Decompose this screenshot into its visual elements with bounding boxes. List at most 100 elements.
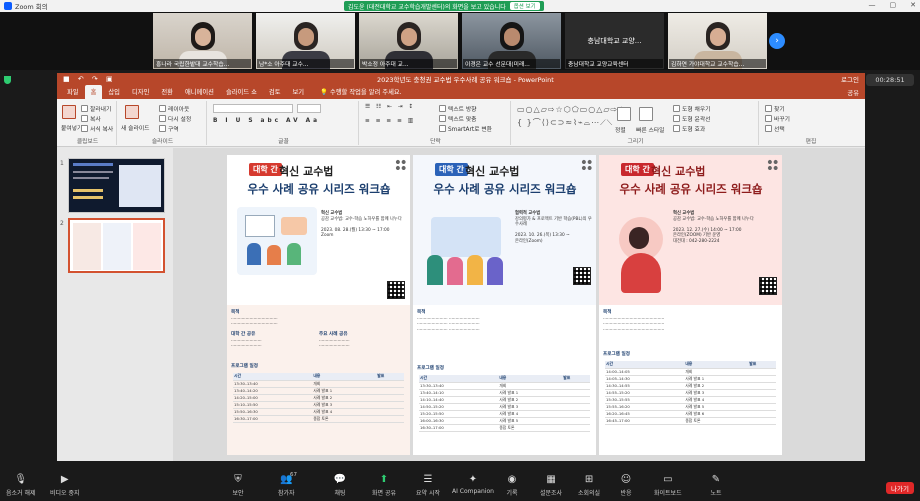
poll-icon: ▦: [546, 473, 556, 485]
text-align-button[interactable]: 텍스트 맞춤: [439, 114, 477, 123]
whiteboard-icon: ▭: [663, 473, 673, 485]
maximize-icon[interactable]: ▢: [890, 1, 897, 9]
list-buttons[interactable]: ☰ ☷ ⇤ ⇥ ↕: [365, 104, 415, 110]
tab-design[interactable]: 디자인: [126, 85, 155, 99]
tab-review[interactable]: 검토: [263, 85, 287, 99]
shape-outline-button[interactable]: 도형 윤곽선: [673, 114, 711, 123]
tab-slideshow[interactable]: 슬라이드 쇼: [220, 85, 263, 99]
group-label: 슬라이드: [151, 139, 174, 145]
tell-me-search[interactable]: 💡 수행할 작업을 알려 주세요.: [314, 85, 408, 99]
unmute-button[interactable]: 🎙 음소거 해제: [6, 473, 36, 498]
tab-view[interactable]: 보기: [287, 85, 311, 99]
ai-companion-button[interactable]: ✦ AI Companion: [452, 473, 494, 496]
poster-info: 혁신 교수법 공감 교수법: 교수·학습 노하우를 함께 나누다 2023. 08.…: [321, 211, 402, 238]
poster-2: 대학 간 혁신 교수법 우수 사례 공유 시리즈 워크숍 ⬤ ⬤ ⬤ ⬤ 협력적 …: [413, 155, 596, 455]
participant-tile[interactable]: 김하연 가야대학교 교수학습...: [668, 13, 767, 69]
record-button[interactable]: ◉ 기록: [506, 473, 518, 498]
poster-tag: 대학 간: [249, 163, 282, 176]
group-label: 그리기: [627, 139, 644, 145]
participant-name: 김하연 가야대학교 교수학습...: [669, 59, 766, 68]
participants-button[interactable]: 👥 67 참가자: [278, 472, 297, 497]
font-style-buttons[interactable]: B I U S abc AV Aa: [213, 118, 320, 124]
participant-count: 67: [290, 472, 297, 478]
poster-section: 주요 사례 공유 ······················· ·········…: [319, 332, 350, 348]
quick-access-icons[interactable]: ■ ↶ ↷ ▣: [63, 75, 116, 83]
poster-section: 목적······································…: [231, 310, 278, 326]
replace-button[interactable]: 바꾸기: [765, 114, 790, 123]
partner-logos: ⬤ ⬤ ⬤ ⬤: [581, 159, 592, 170]
paste-button[interactable]: [62, 105, 76, 119]
breakout-button[interactable]: ⊞ 소회의실: [578, 473, 600, 498]
slide-number: 2: [60, 220, 64, 227]
shapes-gallery[interactable]: ▭○△▱⇨☆⬡⬠▭○△▱⇨☆: [517, 105, 626, 114]
slide-thumbnail-pane: 1 2: [57, 148, 173, 461]
cut-button[interactable]: 잘라내기: [81, 104, 111, 113]
whiteboard-button[interactable]: ▭ 화이트보드: [654, 473, 682, 498]
arrange-button[interactable]: [617, 107, 631, 121]
participant-tile[interactable]: 남*소 아주대 교수...: [256, 13, 355, 69]
participant-tile[interactable]: 홍나라 국립한밭대 교수학습...: [153, 13, 252, 69]
group-editing: 찾기 바꾸기 선택 편집: [761, 101, 861, 145]
paste-label[interactable]: 붙여넣기: [61, 123, 82, 132]
arrange-label[interactable]: 정렬: [615, 125, 626, 134]
poster-title-2: 우수 사례 공유 시리즈 워크숍: [247, 182, 391, 196]
font-name-box[interactable]: [213, 104, 321, 113]
poll-button[interactable]: ▦ 설문조사: [540, 473, 562, 498]
tab-animations[interactable]: 애니메이션: [179, 85, 220, 99]
reset-button[interactable]: 다시 설정: [159, 114, 191, 123]
find-button[interactable]: 찾기: [765, 104, 785, 113]
ppt-login[interactable]: 로그인: [841, 74, 859, 84]
participant-tile[interactable]: 박소정 아주대 교...: [359, 13, 458, 69]
summary-icon: ☰: [423, 473, 433, 485]
select-button[interactable]: 선택: [765, 124, 785, 133]
text-direction-button[interactable]: 텍스트 방향: [439, 104, 477, 113]
poster-section: 프로그램 일정: [603, 352, 630, 357]
slide-canvas[interactable]: 대학 간 혁신 교수법 우수 사례 공유 시리즈 워크숍 ⬤ ⬤ ⬤ ⬤ 혁신 교…: [173, 148, 865, 461]
slide-thumbnail-2[interactable]: [68, 218, 165, 273]
chat-icon: 💬: [333, 473, 347, 485]
group-slides: 새 슬라이드 레이아웃 다시 설정 구역 슬라이드: [119, 101, 207, 145]
section-button[interactable]: 구역: [159, 124, 179, 133]
poster-tag: 대학 간: [621, 163, 654, 176]
tab-home[interactable]: 홈: [84, 85, 103, 99]
layout-button[interactable]: 레이아웃: [159, 104, 189, 113]
tab-transitions[interactable]: 전환: [155, 85, 179, 99]
share-screen-button[interactable]: ⬆ 화면 공유: [372, 473, 396, 498]
tab-insert[interactable]: 삽입: [102, 85, 126, 99]
stop-video-button[interactable]: ▶ 비디오 중지: [50, 473, 80, 498]
shape-effects-button[interactable]: 도형 효과: [673, 124, 705, 133]
breakout-icon: ⊞: [584, 473, 594, 485]
security-button[interactable]: ⛨ 보안: [232, 473, 244, 498]
quick-styles-button[interactable]: [639, 107, 653, 121]
video-icon: ▶: [60, 473, 69, 485]
tab-file[interactable]: 파일: [61, 85, 85, 99]
slide-thumbnail-1[interactable]: [68, 158, 165, 213]
reaction-button[interactable]: ☺ 반응: [620, 473, 632, 498]
view-options-button[interactable]: 옵션 보기: [509, 2, 540, 10]
minimize-icon[interactable]: —: [869, 1, 876, 9]
poster-illustration: [421, 209, 513, 289]
chat-button[interactable]: 💬 채팅: [333, 473, 347, 498]
record-icon: ◉: [507, 473, 517, 485]
smartart-button[interactable]: SmartArt로 변환: [439, 124, 492, 133]
participant-tile[interactable]: 이경은 교수 선문대(미래...: [462, 13, 561, 69]
shape-fill-button[interactable]: 도형 채우기: [673, 104, 711, 113]
zoom-title-bar: Zoom 회의 김도윤 (대전대학교 교수학습개발센터)의 화면을 보고 있습니…: [0, 0, 920, 12]
poster-section: 프로그램 일정: [417, 366, 444, 371]
ppt-share-button[interactable]: 공유: [847, 88, 859, 97]
ai-companion-icon: ✦: [468, 473, 478, 485]
summary-button[interactable]: ☰ 요약 시작: [416, 473, 440, 498]
close-icon[interactable]: ✕: [910, 1, 916, 9]
leave-button[interactable]: 나가기: [886, 482, 914, 494]
group-drawing: ▭○△▱⇨☆⬡⬠▭○△▱⇨☆ { }⌒⟨⟩⊂⊃≈⌇⌁⌓⋯⟋⟍ 정렬 빠른 스타일…: [513, 101, 759, 145]
quick-styles-label[interactable]: 빠른 스타일: [636, 125, 665, 134]
new-slide-label[interactable]: 새 슬라이드: [121, 123, 150, 132]
align-buttons[interactable]: ≡ ≡ ≡ ≡ ▥: [365, 118, 415, 124]
new-slide-button[interactable]: [125, 105, 139, 119]
notes-button[interactable]: ✎ 노트: [710, 473, 722, 498]
format-painter-button[interactable]: 서식 복사: [81, 124, 113, 133]
participant-tile[interactable]: 충남대학교 교양... 충남대학교 교양교육센터: [565, 13, 664, 69]
gallery-next-button[interactable]: ›: [769, 33, 785, 49]
shapes-gallery-row2[interactable]: { }⌒⟨⟩⊂⊃≈⌇⌁⌓⋯⟋⟍: [517, 117, 613, 128]
copy-button[interactable]: 복사: [81, 114, 101, 123]
